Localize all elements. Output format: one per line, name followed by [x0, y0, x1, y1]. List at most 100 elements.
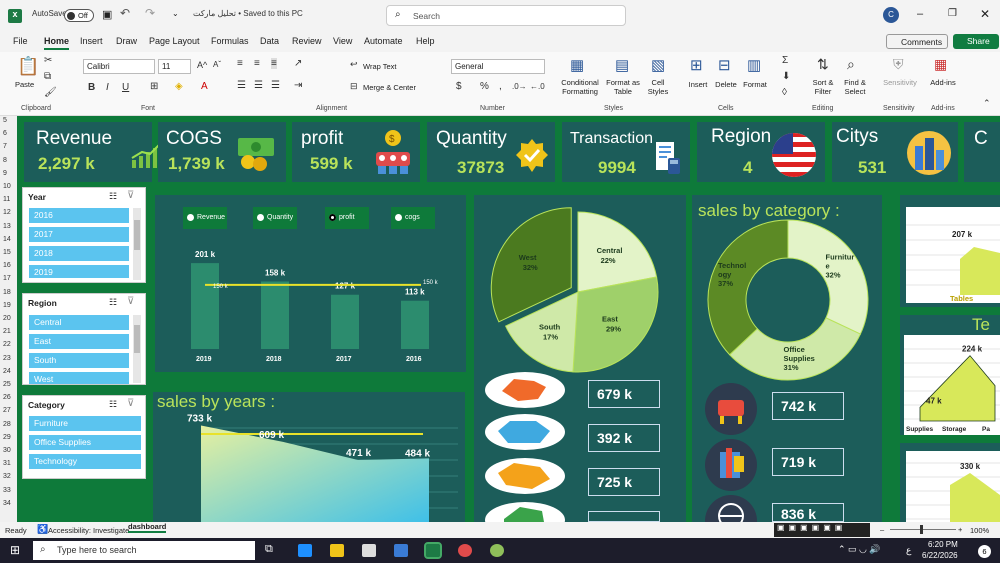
close-icon[interactable]: ✕	[980, 7, 990, 21]
addins-button[interactable]: Add-ins	[926, 78, 960, 87]
slicer-scrollbar[interactable]	[133, 208, 141, 280]
tray-icons[interactable]: ⌃ ▭ ◡ 🔊	[838, 544, 881, 555]
clock-time[interactable]: 6:20 PM	[928, 540, 958, 549]
row-number[interactable]: 7	[3, 143, 7, 150]
search-box[interactable]: ⌕ Search	[386, 5, 626, 26]
row-number[interactable]: 31	[3, 460, 11, 467]
row-number[interactable]: 20	[3, 315, 11, 322]
file-title[interactable]: تحليل ماركت • Saved to this PC	[193, 9, 303, 18]
year-slicer[interactable]: Year ☷ ⊽ 2016 2017 2018 2019	[22, 187, 146, 283]
slicer-item[interactable]: 2019	[29, 265, 129, 278]
comments-button[interactable]: Comments	[886, 34, 948, 49]
row-number[interactable]: 17	[3, 275, 11, 282]
row-number[interactable]: 16	[3, 262, 11, 269]
increase-decimal-icon[interactable]: .0→	[512, 82, 527, 91]
menu-insert[interactable]: Insert	[80, 36, 103, 46]
row-number[interactable]: 19	[3, 302, 11, 309]
sort-filter-button[interactable]: Sort & Filter	[806, 78, 840, 96]
cell-styles-button[interactable]: Cell Styles	[641, 78, 675, 96]
language-indicator[interactable]: ع	[906, 545, 911, 556]
wrap-text-button[interactable]: Wrap Text	[363, 62, 397, 71]
underline-icon[interactable]: U	[122, 82, 129, 93]
font-name-select[interactable]: Calibri	[83, 59, 155, 74]
align-top-icon[interactable]: ≡	[237, 58, 243, 69]
clear-filter-icon[interactable]: ⊽	[127, 190, 134, 201]
multi-select-icon[interactable]: ☷	[109, 191, 117, 202]
slicer-item[interactable]: East	[29, 334, 129, 349]
zoom-slider[interactable]	[890, 525, 956, 534]
align-bottom-icon[interactable]: ≡	[271, 58, 277, 69]
align-middle-icon[interactable]: ≡	[254, 58, 260, 69]
region-slicer[interactable]: Region ☷ ⊽ Central East South West	[22, 293, 146, 385]
menu-draw[interactable]: Draw	[116, 36, 137, 46]
menu-file[interactable]: File	[13, 36, 28, 46]
app-icon[interactable]	[490, 544, 504, 557]
menu-formulas[interactable]: Formulas	[211, 36, 249, 46]
zoom-in-icon[interactable]: +	[958, 525, 962, 534]
menu-data[interactable]: Data	[260, 36, 279, 46]
row-number[interactable]: 32	[3, 473, 11, 480]
borders-icon[interactable]: ⊞	[150, 81, 158, 92]
category-slicer[interactable]: Category ☷ ⊽ Furniture Office Supplies T…	[22, 395, 146, 479]
zoom-out-icon[interactable]: –	[880, 525, 884, 534]
notification-badge[interactable]: 6	[978, 545, 991, 558]
excel-taskbar-icon[interactable]	[424, 542, 442, 559]
restore-icon[interactable]: ❐	[948, 8, 957, 19]
row-number[interactable]: 29	[3, 434, 11, 441]
indent-icon[interactable]: ⇥	[294, 80, 302, 91]
currency-icon[interactable]: $	[456, 81, 462, 92]
number-format-select[interactable]: General	[451, 59, 545, 74]
save-icon[interactable]: ▣	[102, 8, 112, 21]
comma-icon[interactable]: ,	[499, 81, 502, 92]
decrease-font-icon[interactable]: Aˇ	[213, 60, 221, 69]
taskbar-search[interactable]: ⌕ Type here to search	[33, 541, 255, 560]
decrease-decimal-icon[interactable]: ←.0	[530, 82, 545, 91]
slicer-item[interactable]: Furniture	[29, 416, 141, 431]
paste-button[interactable]: Paste	[15, 80, 34, 89]
find-select-button[interactable]: Find & Select	[838, 78, 872, 96]
menu-help[interactable]: Help	[416, 36, 435, 46]
customize-qat-icon[interactable]: ⌄	[172, 9, 179, 18]
undo-icon[interactable]: ↶	[120, 6, 130, 20]
merge-center-button[interactable]: Merge & Center	[363, 83, 416, 92]
row-number[interactable]: 27	[3, 407, 11, 414]
format-painter-icon[interactable]: 🖌	[44, 87, 57, 98]
row-number[interactable]: 12	[3, 209, 11, 216]
edge-icon[interactable]	[298, 544, 312, 557]
menu-home[interactable]: Home	[44, 36, 70, 50]
file-explorer-icon[interactable]	[330, 544, 344, 557]
slicer-item[interactable]: 2016	[29, 208, 129, 223]
row-number[interactable]: 8	[3, 157, 7, 164]
menu-view[interactable]: View	[333, 36, 352, 46]
row-number[interactable]: 13	[3, 223, 11, 230]
menu-page-layout[interactable]: Page Layout	[149, 36, 200, 46]
row-number[interactable]: 23	[3, 355, 11, 362]
store-icon[interactable]	[362, 544, 376, 557]
autosave-toggle[interactable]: Off	[64, 9, 94, 22]
accessibility-status[interactable]: Accessibility: Investigate	[48, 526, 129, 535]
row-number[interactable]: 6	[3, 130, 7, 137]
delete-cells-button[interactable]: Delete	[710, 80, 742, 89]
slicer-item[interactable]: Technology	[29, 454, 141, 469]
insert-cells-button[interactable]: Insert	[683, 80, 713, 89]
bold-icon[interactable]: B	[88, 82, 95, 93]
row-number[interactable]: 30	[3, 447, 11, 454]
row-number[interactable]: 25	[3, 381, 11, 388]
row-number[interactable]: 28	[3, 421, 11, 428]
percent-icon[interactable]: %	[480, 81, 489, 92]
format-as-table-button[interactable]: Format as Table	[603, 78, 643, 96]
row-number[interactable]: 10	[3, 183, 11, 190]
clear-filter-icon[interactable]: ⊽	[127, 296, 134, 307]
ribbon-collapse-icon[interactable]: ⌃	[983, 98, 991, 109]
windows-start-icon[interactable]: ⊞	[10, 543, 20, 557]
row-number[interactable]: 33	[3, 487, 11, 494]
font-size-select[interactable]: 11	[158, 59, 191, 74]
fill-icon[interactable]: ⬇	[782, 71, 790, 82]
chrome-icon[interactable]	[458, 544, 472, 557]
avatar[interactable]: C	[883, 7, 899, 23]
conditional-formatting-button[interactable]: Conditional Formatting	[556, 78, 604, 96]
copy-icon[interactable]: ⧉	[44, 71, 51, 82]
minimize-icon[interactable]: –	[917, 8, 923, 20]
align-right-icon[interactable]: ☰	[271, 80, 280, 91]
font-color-icon[interactable]: A	[201, 81, 208, 92]
